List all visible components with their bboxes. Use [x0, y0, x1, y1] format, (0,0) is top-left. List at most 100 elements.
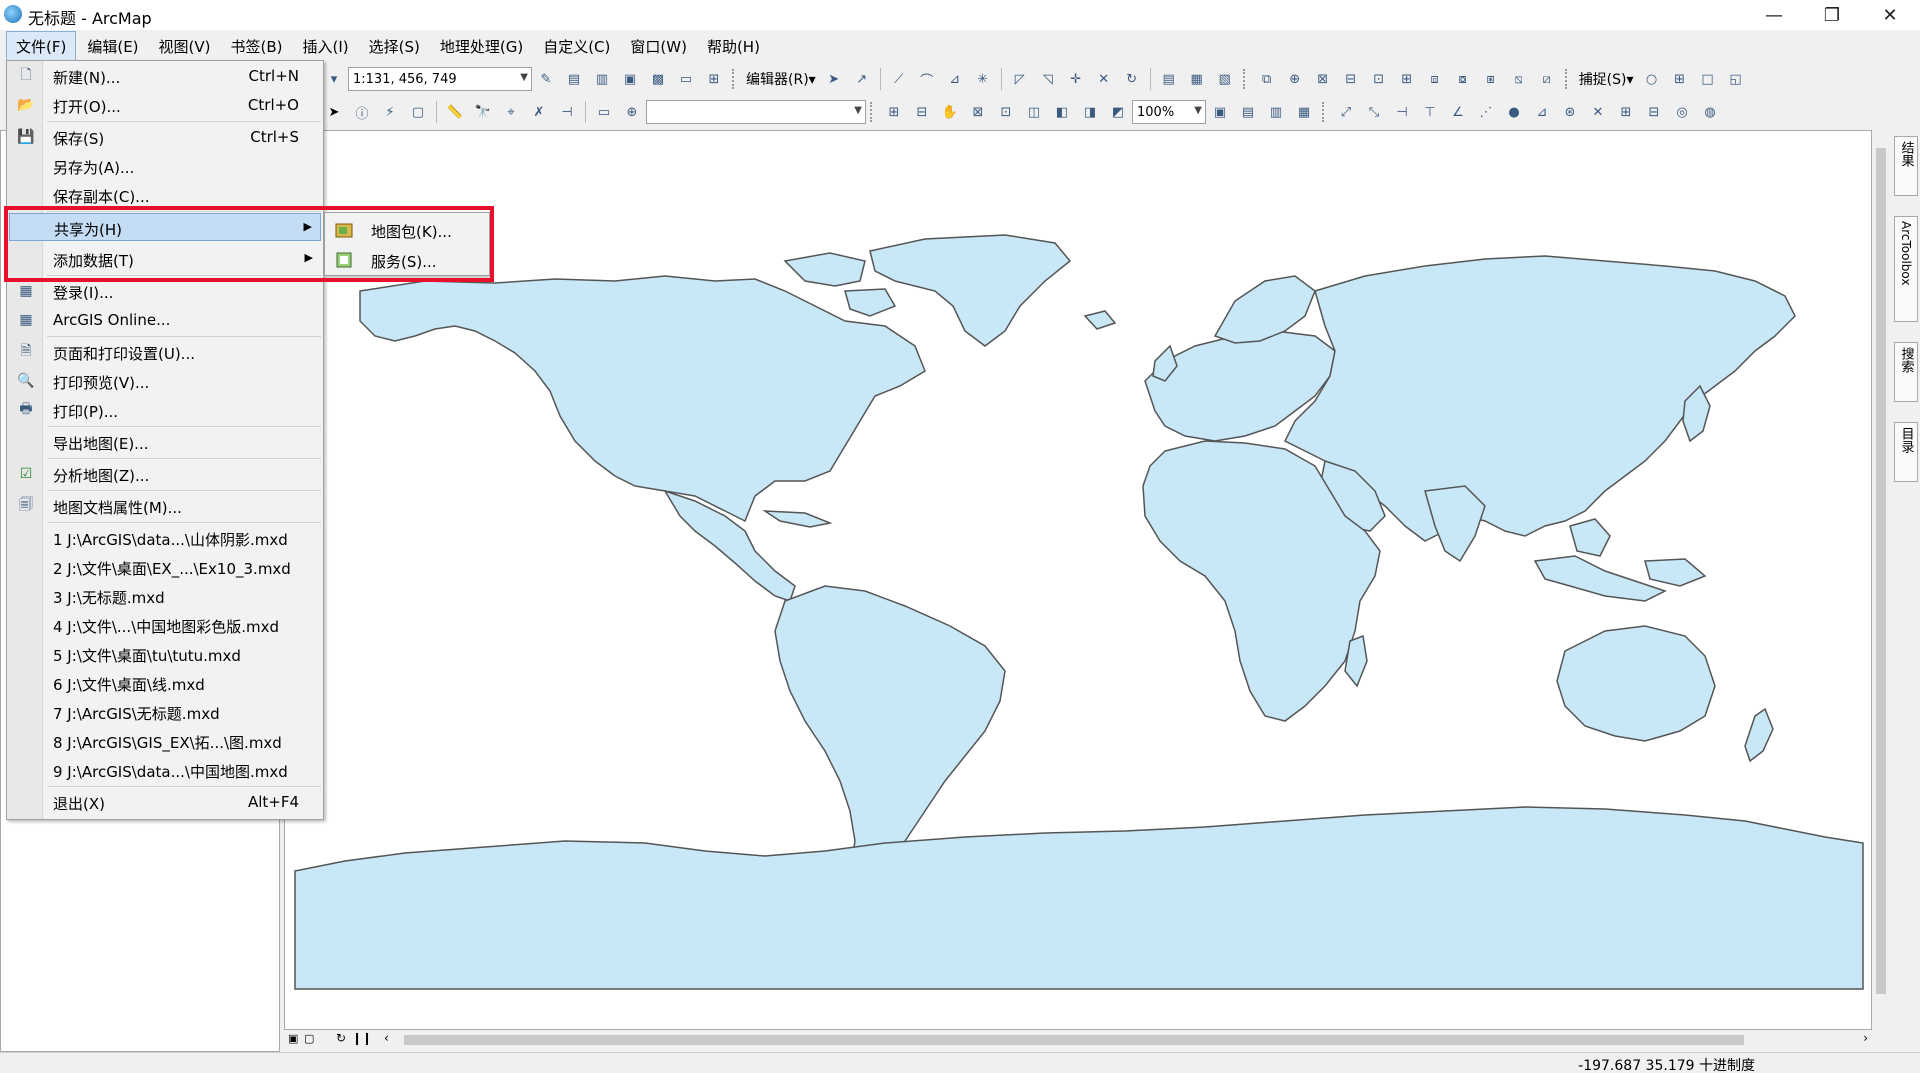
vertical-scrollbar-thumb[interactable]: [1876, 148, 1886, 994]
html-popup-icon[interactable]: ▢: [407, 101, 429, 123]
menu-save[interactable]: 💾 保存(S) Ctrl+S: [9, 123, 321, 151]
point-icon[interactable]: ✳: [972, 68, 994, 90]
close-button[interactable]: ✕: [1861, 0, 1919, 30]
scroll-right-icon[interactable]: ›: [1863, 1031, 1868, 1045]
table-of-contents-icon[interactable]: ▤: [563, 68, 585, 90]
restore-button[interactable]: ❐: [1803, 0, 1861, 30]
georef-zoom-icon[interactable]: ⤢: [1335, 101, 1357, 123]
menu-selection[interactable]: 选择(S): [360, 32, 429, 61]
distribute-icon[interactable]: ⊡: [1368, 68, 1390, 90]
search-tab[interactable]: 搜索: [1894, 342, 1918, 402]
magnifier-icon[interactable]: ⊕: [621, 101, 643, 123]
toolbar-handle[interactable]: [870, 102, 876, 122]
create-features-icon[interactable]: ▧: [1214, 68, 1236, 90]
next-extent-icon[interactable]: ◧: [1051, 101, 1073, 123]
sketch-properties-icon[interactable]: ▦: [1186, 68, 1208, 90]
edit-tool-icon[interactable]: ➤: [823, 68, 845, 90]
find-route-icon[interactable]: ⌖: [500, 101, 522, 123]
layer-dropdown-icon[interactable]: ▾: [323, 68, 345, 90]
results-tab[interactable]: 结果: [1894, 136, 1918, 196]
recent-file-4[interactable]: 4 J:\文件\...\中国地图彩色版.mxd: [9, 611, 321, 639]
split-icon[interactable]: ✕: [1093, 68, 1115, 90]
nudge-icon[interactable]: ⧇: [1452, 68, 1474, 90]
georeference-icon[interactable]: ⊠: [1312, 68, 1334, 90]
menu-edit[interactable]: 编辑(E): [78, 32, 147, 61]
pause-icon[interactable]: ❙❙: [352, 1031, 372, 1045]
graphics-icon[interactable]: ⧅: [1508, 68, 1530, 90]
viewer-window-icon[interactable]: ▭: [593, 101, 615, 123]
zoom-percent-combo[interactable]: 100% ▼: [1132, 100, 1206, 124]
order-icon[interactable]: ⧈: [1424, 68, 1446, 90]
validate-icon[interactable]: ⊟: [1643, 101, 1665, 123]
menu-insert[interactable]: 插入(I): [294, 32, 358, 61]
catalog-icon[interactable]: ▥: [591, 68, 613, 90]
recent-file-2[interactable]: 2 J:\文件\桌面\EX_...\Ex10_3.mxd: [9, 553, 321, 581]
topology-edit-icon[interactable]: ⊿: [1531, 101, 1553, 123]
toggle-draft-icon[interactable]: ▣: [1209, 101, 1231, 123]
menu-exit[interactable]: 退出(X) Alt+F4: [9, 788, 321, 816]
focus-data-frame-icon[interactable]: ▤: [1237, 101, 1259, 123]
menu-save-as[interactable]: 另存为(A)...: [9, 152, 321, 180]
recent-file-6[interactable]: 6 J:\文件\桌面\线.mxd: [9, 669, 321, 697]
catalog-tab[interactable]: 目录: [1894, 422, 1918, 482]
model-builder-icon[interactable]: ⊞: [703, 68, 725, 90]
horizontal-scrollbar-thumb[interactable]: [404, 1035, 1744, 1045]
measure-icon[interactable]: 📏: [444, 101, 466, 123]
toolbar-handle[interactable]: [1242, 69, 1249, 89]
reshape-icon[interactable]: ◹: [1037, 68, 1059, 90]
error-inspector-icon[interactable]: ⊞: [1615, 101, 1637, 123]
toolbar-handle[interactable]: [1564, 69, 1571, 89]
data-driven-pages-icon[interactable]: ▦: [1293, 101, 1315, 123]
menu-view[interactable]: 视图(V): [150, 32, 220, 61]
recent-file-1[interactable]: 1 J:\ArcGIS\data...\山体阴影.mxd: [9, 524, 321, 552]
layout-view-icon[interactable]: ▢: [304, 1032, 314, 1045]
rotate-tool-icon[interactable]: ∠: [1447, 101, 1469, 123]
layout-icon[interactable]: ⧉: [1256, 68, 1278, 90]
recent-file-8[interactable]: 8 J:\ArcGIS\GIS_EX\拓...\图.mxd: [9, 727, 321, 755]
find-icon[interactable]: 🔭: [472, 101, 494, 123]
menu-geoprocessing[interactable]: 地理处理(G): [431, 32, 532, 61]
edit-annotation-icon[interactable]: ↗: [851, 68, 873, 90]
search-window-icon[interactable]: ▣: [619, 68, 641, 90]
scroll-left-icon[interactable]: ‹: [384, 1031, 389, 1045]
layer-combo[interactable]: ▼: [646, 100, 866, 124]
arctoolbox-icon[interactable]: ▩: [647, 68, 669, 90]
go-to-xy-icon[interactable]: ✗: [528, 101, 550, 123]
menu-customize[interactable]: 自定义(C): [534, 32, 619, 61]
topology-rules-icon[interactable]: ◍: [1699, 101, 1721, 123]
zoom-to-layer-icon[interactable]: ◨: [1079, 101, 1101, 123]
point-snapping-icon[interactable]: ○: [1641, 68, 1663, 90]
change-layout-icon[interactable]: ▥: [1265, 101, 1287, 123]
hyperlink-icon[interactable]: ⚡: [379, 101, 401, 123]
pan-page-icon[interactable]: ✋: [939, 101, 961, 123]
menu-map-document-properties[interactable]: 🗐 地图文档属性(M)...: [9, 492, 321, 520]
trace-icon[interactable]: ⊿: [944, 68, 966, 90]
vertex-snapping-icon[interactable]: □: [1697, 68, 1719, 90]
recent-file-7[interactable]: 7 J:\ArcGIS\无标题.mxd: [9, 698, 321, 726]
arctoolbox-tab[interactable]: ArcToolbox: [1894, 216, 1918, 322]
topology-icon[interactable]: ⊕: [1284, 68, 1306, 90]
shared-features-icon[interactable]: ◎: [1671, 101, 1693, 123]
minimize-button[interactable]: —: [1745, 0, 1803, 30]
menu-help[interactable]: 帮助(H): [698, 32, 769, 61]
select-elements-icon[interactable]: ➤: [323, 101, 345, 123]
rotate-icon[interactable]: ↻: [1121, 68, 1143, 90]
end-point-arc-icon[interactable]: ⌒: [916, 68, 938, 90]
end-snapping-icon[interactable]: ⊞: [1669, 68, 1691, 90]
menu-export-map[interactable]: 导出地图(E)...: [9, 428, 321, 456]
rotate-flip-icon[interactable]: ⧆: [1480, 68, 1502, 90]
toolbar-handle[interactable]: [1322, 102, 1328, 122]
menu-arcgis-online[interactable]: ▦ ArcGIS Online...: [9, 306, 321, 334]
menu-analyze-map[interactable]: ☑ 分析地图(Z)...: [9, 460, 321, 488]
edit-vertices-icon[interactable]: ◸: [1009, 68, 1031, 90]
menu-bookmarks[interactable]: 书签(B): [222, 32, 292, 61]
cut-polygons-icon[interactable]: ✛: [1065, 68, 1087, 90]
edge-snapping-icon[interactable]: ◱: [1725, 68, 1747, 90]
fix-topology-icon[interactable]: ✕: [1587, 101, 1609, 123]
map-view[interactable]: [284, 130, 1872, 1030]
zoom-100-icon[interactable]: ⊡: [995, 101, 1017, 123]
menu-save-copy[interactable]: 保存副本(C)...: [9, 181, 321, 209]
menu-page-setup[interactable]: 🗎 页面和打印设置(U)...: [9, 338, 321, 366]
symbol-icon[interactable]: ⧄: [1536, 68, 1558, 90]
fixed-zoom-icon[interactable]: ◩: [1107, 101, 1129, 123]
